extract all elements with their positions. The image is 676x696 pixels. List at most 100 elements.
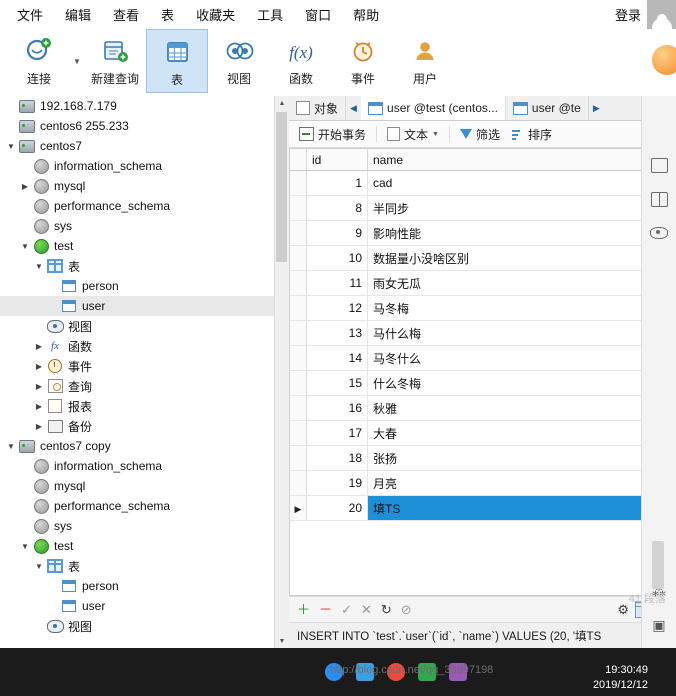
row-marker[interactable] bbox=[290, 295, 307, 321]
tree-twisty-icon[interactable]: ▼ bbox=[4, 142, 18, 151]
tree-item[interactable]: information_schema bbox=[0, 456, 288, 476]
cell-name[interactable]: 半同步 bbox=[367, 195, 675, 221]
ribbon-button-table[interactable]: 表 bbox=[146, 29, 208, 93]
connection-dropdown-caret-icon[interactable]: ▼ bbox=[70, 29, 84, 93]
tree-twisty-icon[interactable]: ▼ bbox=[18, 242, 32, 251]
table-row[interactable]: 14 马冬什么 bbox=[290, 345, 675, 371]
tree-item[interactable]: ▶ 报表 bbox=[0, 396, 288, 416]
tree-twisty-icon[interactable]: ▶ bbox=[32, 422, 46, 431]
ribbon-button-connection[interactable]: 连接 bbox=[8, 29, 70, 98]
column-header-id[interactable]: id bbox=[306, 149, 368, 171]
row-marker[interactable] bbox=[290, 370, 307, 396]
row-marker[interactable] bbox=[290, 320, 307, 346]
text-button[interactable]: 文本 ▼ bbox=[382, 124, 444, 145]
tab-user-te[interactable]: user @te bbox=[505, 96, 589, 120]
tree-item[interactable]: ▼ 表 bbox=[0, 556, 288, 576]
row-marker[interactable] bbox=[290, 270, 307, 296]
tree-scroll-thumb[interactable] bbox=[276, 112, 287, 262]
login-link[interactable]: 登录 bbox=[615, 5, 641, 24]
table-row[interactable]: 17 大春 bbox=[290, 420, 675, 446]
row-marker[interactable] bbox=[290, 345, 307, 371]
table-row[interactable]: 10 数据量小没啥区别 bbox=[290, 245, 675, 271]
tree-twisty-icon[interactable]: ▶ bbox=[32, 362, 46, 371]
cell-id[interactable]: 9 bbox=[306, 220, 368, 246]
menu-item-view[interactable]: 查看 bbox=[102, 1, 150, 28]
table-row[interactable]: 11 雨女无瓜 bbox=[290, 270, 675, 296]
row-marker[interactable] bbox=[290, 170, 307, 196]
tree-item[interactable]: 视图 bbox=[0, 316, 288, 336]
ribbon-button-event[interactable]: 事件 bbox=[332, 29, 394, 98]
refresh-icon[interactable]: ↻ bbox=[381, 603, 392, 616]
filter-button[interactable]: 筛选 bbox=[455, 124, 505, 145]
tree-twisty-icon[interactable]: ▼ bbox=[18, 542, 32, 551]
menu-item-tools[interactable]: 工具 bbox=[246, 1, 294, 28]
ribbon-button-new-query[interactable]: 新建查询 bbox=[84, 29, 146, 98]
cell-name[interactable]: 什么冬梅 bbox=[367, 370, 675, 396]
cell-id[interactable]: 13 bbox=[306, 320, 368, 346]
tab-user-test-active[interactable]: user @test (centos... bbox=[361, 96, 506, 120]
cell-name[interactable]: 马冬什么 bbox=[367, 345, 675, 371]
delete-record-icon[interactable]: － bbox=[319, 603, 332, 616]
cell-id[interactable]: 10 bbox=[306, 245, 368, 271]
row-marker[interactable] bbox=[290, 220, 307, 246]
tree-twisty-icon[interactable]: ▼ bbox=[32, 562, 46, 571]
chevron-right-icon[interactable]: ▶ bbox=[588, 96, 604, 120]
row-marker[interactable] bbox=[290, 245, 307, 271]
cell-name[interactable]: cad bbox=[367, 170, 675, 196]
tree-twisty-icon[interactable]: ▶ bbox=[32, 342, 46, 351]
table-row[interactable]: 16 秋雅 bbox=[290, 395, 675, 421]
window-icon[interactable]: ▣ bbox=[642, 608, 676, 642]
tree-item[interactable]: ▼ centos7 bbox=[0, 136, 288, 156]
cancel-icon[interactable]: ✕ bbox=[361, 603, 372, 616]
stop-icon[interactable]: ⊘ bbox=[401, 603, 412, 616]
cell-name[interactable]: 马什么梅 bbox=[367, 320, 675, 346]
cell-id[interactable]: 17 bbox=[306, 420, 368, 446]
table-row[interactable]: 9 影响性能 bbox=[290, 220, 675, 246]
split-panel-icon[interactable] bbox=[642, 182, 676, 216]
scroll-up-icon[interactable]: ▲ bbox=[275, 96, 289, 110]
sort-button[interactable]: 排序 bbox=[507, 124, 557, 145]
tree-item[interactable]: sys bbox=[0, 516, 288, 536]
tree-item[interactable]: 视图 bbox=[0, 616, 288, 636]
gear-icon[interactable]: ⚙ bbox=[617, 603, 629, 616]
tree-item[interactable]: user bbox=[0, 296, 288, 316]
menu-item-edit[interactable]: 编辑 bbox=[54, 1, 102, 28]
tree-twisty-icon[interactable]: ▶ bbox=[18, 182, 32, 191]
tree-item[interactable]: person bbox=[0, 576, 288, 596]
tree-twisty-icon[interactable]: ▶ bbox=[32, 402, 46, 411]
tab-objects[interactable]: 对象 bbox=[289, 96, 347, 120]
row-marker[interactable] bbox=[290, 395, 307, 421]
ribbon-button-user[interactable]: 用户 bbox=[394, 29, 456, 98]
table-row[interactable]: 8 半同步 bbox=[290, 195, 675, 221]
cell-id[interactable]: 14 bbox=[306, 345, 368, 371]
tree-item[interactable]: 192.168.7.179 bbox=[0, 96, 288, 116]
tree-item[interactable]: information_schema bbox=[0, 156, 288, 176]
menu-item-file[interactable]: 文件 bbox=[6, 1, 54, 28]
cell-name[interactable]: 马冬梅 bbox=[367, 295, 675, 321]
cell-name[interactable]: 数据量小没啥区别 bbox=[367, 245, 675, 271]
connection-tree[interactable]: 192.168.7.179 centos6 255.233 ▼ centos7 info… bbox=[0, 96, 289, 648]
cell-id[interactable]: 20 bbox=[306, 495, 368, 521]
panel-icon[interactable] bbox=[642, 148, 676, 182]
cell-name[interactable]: 雨女无瓜 bbox=[367, 270, 675, 296]
taskbar-clock[interactable]: 19:30:49 2019/12/12 bbox=[593, 663, 648, 693]
cell-id[interactable]: 18 bbox=[306, 445, 368, 471]
tree-item[interactable]: ▶ 事件 bbox=[0, 356, 288, 376]
menu-item-help[interactable]: 帮助 bbox=[342, 1, 390, 28]
scroll-down-icon[interactable]: ▼ bbox=[275, 634, 289, 648]
row-marker[interactable] bbox=[290, 420, 307, 446]
tree-item[interactable]: ▶ 查询 bbox=[0, 376, 288, 396]
begin-transaction-button[interactable]: 开始事务 bbox=[294, 124, 371, 145]
tree-item[interactable]: ▼ 表 bbox=[0, 256, 288, 276]
sql-statement-text[interactable]: INSERT INTO `test`.`user`(`id`, `name`) … bbox=[289, 628, 642, 644]
tree-twisty-icon[interactable]: ▼ bbox=[32, 262, 46, 271]
tree-item[interactable]: person bbox=[0, 276, 288, 296]
cell-name[interactable]: 秋雅 bbox=[367, 395, 675, 421]
cell-name[interactable]: 填TS bbox=[367, 495, 675, 521]
tree-item[interactable]: user bbox=[0, 596, 288, 616]
tree-item[interactable]: ▶ fx 函数 bbox=[0, 336, 288, 356]
row-marker[interactable] bbox=[290, 445, 307, 471]
row-marker[interactable]: ▶ bbox=[290, 495, 307, 521]
cell-name[interactable]: 影响性能 bbox=[367, 220, 675, 246]
confirm-icon[interactable]: ✓ bbox=[341, 603, 352, 616]
